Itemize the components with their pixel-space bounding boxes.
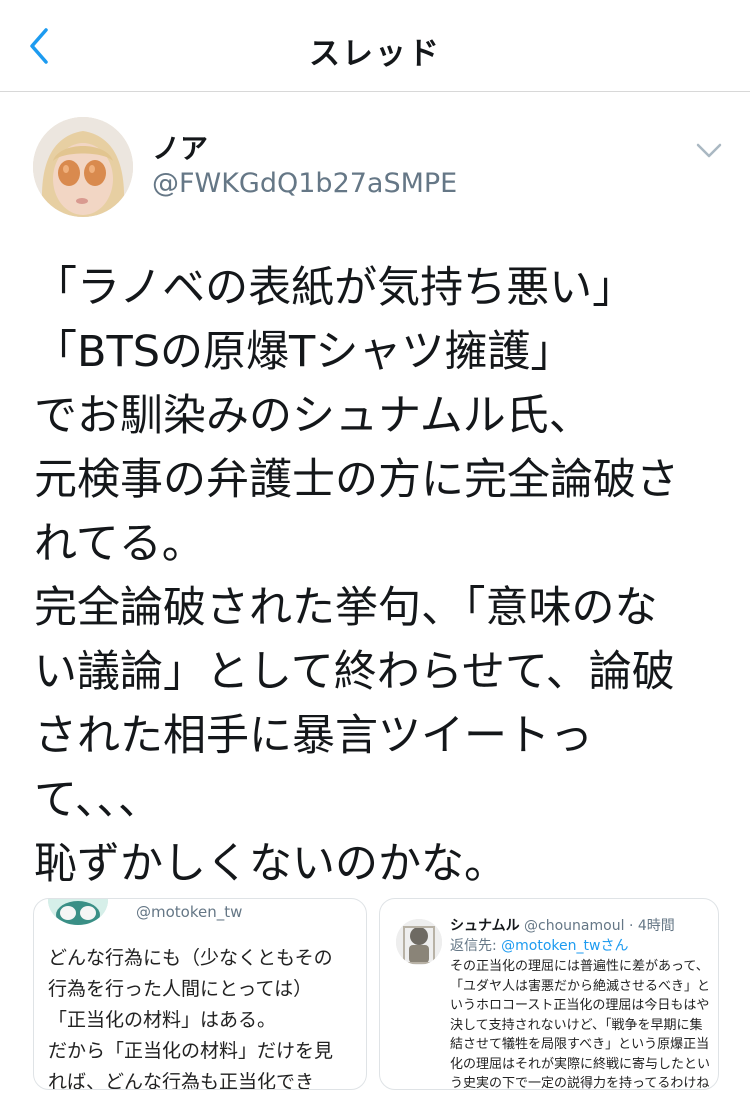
embedded-time: · 4時間 — [628, 918, 675, 934]
embedded-line: 決して支持されないけど、「戦争を早期に集 — [450, 1017, 703, 1033]
embedded-reply-to: 返信先: @motoken_twさん — [450, 935, 628, 955]
tweet-line: 「ラノベの表紙が気持ち悪い」 — [34, 263, 636, 313]
embedded-header: シュナムル @chounamoul · 4時間 — [450, 915, 675, 935]
author-name[interactable]: ノア — [152, 127, 208, 167]
navigation-bar: スレッド — [0, 0, 750, 92]
embedded-line: う史実の下で一定の説得力を持ってるわけね — [450, 1076, 710, 1090]
embedded-avatar — [396, 919, 442, 965]
tweet-line: て、、、 — [34, 775, 161, 825]
tweet-line: でお馴染みのシュナムル氏、 — [34, 391, 592, 441]
author-handle[interactable]: @FWKGdQ1b27aSMPE — [152, 168, 457, 199]
embedded-line: だから「正当化の材料」だけを見 — [48, 1040, 334, 1062]
tweet-menu-button[interactable] — [694, 138, 724, 162]
reply-prefix: 返信先: — [450, 938, 497, 954]
tweet-text: 「ラノベの表紙が気持ち悪い」 「BTSの原爆Tシャツ擁護」 でお馴染みのシュナム… — [34, 256, 734, 896]
avatar[interactable] — [33, 117, 133, 217]
reply-target: @motoken_twさん — [501, 938, 629, 954]
tweet-line: された相手に暴言ツイートっ — [34, 711, 593, 761]
embedded-line: いうホロコースト正当化の理屈は今日もはや — [450, 998, 710, 1013]
media-image-left[interactable]: @motoken_tw どんな行為にも（少なくともその 行為を行った人間にとって… — [33, 898, 367, 1090]
embedded-handle: @motoken_tw — [136, 903, 243, 921]
embedded-line: れば、どんな行為も正当化でき — [48, 1071, 315, 1090]
tweet-line: 恥ずかしくないのかな。 — [34, 839, 507, 889]
embedded-line: 結させて犠牲を局限すべき」という原爆正当 — [450, 1037, 710, 1052]
avatar-image — [33, 117, 133, 217]
page-title: スレッド — [309, 36, 441, 72]
tweet-line: 元検事の弁護士の方に完全論破さ — [34, 455, 679, 505]
embedded-line: どんな行為にも（少なくともその — [48, 947, 333, 969]
embedded-name: シュナムル — [450, 918, 520, 934]
embedded-line: 行為を行った人間にとっては） — [48, 978, 313, 1000]
embedded-line: その正当化の理屈には普遍性に差があって、 — [450, 959, 709, 974]
tweet-line: 完全論破された挙句、「意味のな — [34, 583, 658, 633]
embedded-line: 化の理屈はそれが実際に終戦に寄与したとい — [450, 1056, 711, 1072]
embedded-line: 「正当化の材料」はある。 — [48, 1009, 277, 1031]
embedded-line: 「ユダヤ人は害悪だから絶滅させるべき」と — [450, 978, 711, 994]
tweet-line: 「BTSの原爆Tシャツ擁護」 — [34, 327, 574, 377]
chevron-down-icon — [696, 143, 722, 158]
embedded-avatar — [48, 899, 108, 925]
tweet-line: い議論」として終わらせて、論破 — [34, 647, 675, 697]
embedded-text: どんな行為にも（少なくともその 行為を行った人間にとっては） 「正当化の材料」は… — [48, 943, 364, 1090]
media-image-right[interactable]: シュナムル @chounamoul · 4時間 返信先: @motoken_tw… — [379, 898, 719, 1090]
tweet-line: れてる。 — [34, 519, 205, 569]
embedded-handle: @chounamoul — [524, 918, 625, 934]
embedded-text: その正当化の理屈には普遍性に差があって、 「ユダヤ人は害悪だから絶滅させるべき」… — [450, 957, 718, 1090]
